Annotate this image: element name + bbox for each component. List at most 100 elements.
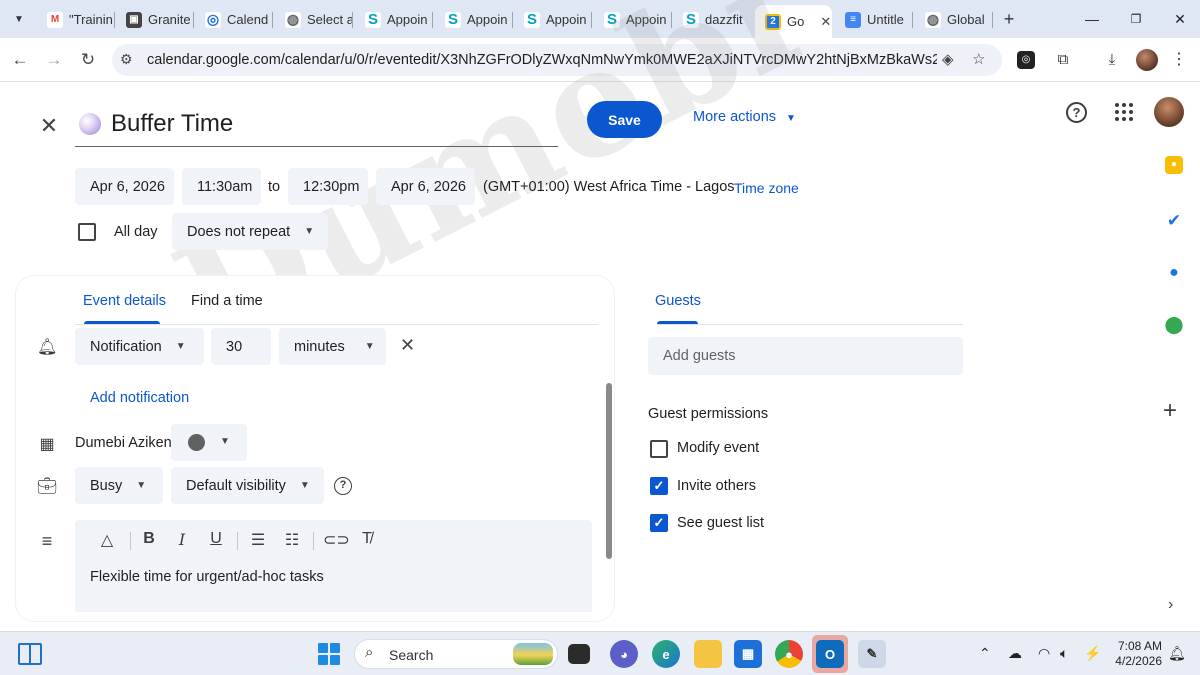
underline-icon[interactable]: U <box>205 530 227 548</box>
end-date-field[interactable]: Apr 6, 2026 <box>376 168 475 205</box>
numbered-list-icon[interactable]: ☰ <box>247 530 269 550</box>
search-icon: ⌕ <box>365 644 374 661</box>
browser-tab[interactable]: ▣ Granite <box>116 5 194 34</box>
see-guest-list-checkbox[interactable]: ✓ <box>650 514 668 532</box>
caret-down-icon: ▼ <box>136 480 147 491</box>
system-clock[interactable]: 7:08 AM 4/2/2026 <box>1112 639 1162 669</box>
wifi-icon[interactable]: ◠ <box>1038 645 1050 662</box>
back-icon[interactable]: ← <box>8 48 32 72</box>
notification-bell-icon[interactable]: 🔔︎ <box>1168 645 1186 662</box>
visibility-help-icon[interactable]: ? <box>334 477 352 495</box>
tasks-icon[interactable]: ✔ <box>1163 210 1185 232</box>
notification-type-dropdown[interactable]: Notification ▼ <box>75 328 204 365</box>
reload-icon[interactable]: ↻ <box>76 48 100 72</box>
browser-tab[interactable]: S Appoin <box>435 5 513 34</box>
account-avatar[interactable] <box>1154 97 1184 127</box>
link-icon[interactable]: ⊂⊃ <box>323 530 350 550</box>
extension-icon[interactable]: ◎ <box>1017 51 1035 69</box>
add-notification-link[interactable]: Add notification <box>90 390 189 406</box>
browser-tab[interactable]: S Appoin <box>514 5 592 34</box>
browser-tab[interactable]: ◍ Global <box>915 5 993 34</box>
get-addons-icon[interactable]: + <box>1163 397 1177 425</box>
task-view-icon[interactable] <box>568 644 590 664</box>
circle-icon: ◎ <box>205 11 221 28</box>
address-bar[interactable]: ⚙ calendar.google.com/calendar/u/0/r/eve… <box>112 44 1002 76</box>
modify-event-checkbox[interactable] <box>650 440 668 458</box>
repeat-dropdown[interactable]: Does not repeat ▼ <box>172 213 328 250</box>
tab-guests[interactable]: Guests <box>655 293 701 309</box>
browser-toolbar: ← → ↻ ⚙ calendar.google.com/calendar/u/0… <box>0 38 1200 82</box>
start-button-icon[interactable] <box>318 643 340 665</box>
widgets-icon[interactable] <box>18 643 42 665</box>
chevron-right-icon[interactable]: › <box>1168 596 1173 614</box>
invite-others-checkbox[interactable]: ✓ <box>650 477 668 495</box>
install-app-icon[interactable]: ◈ <box>942 50 954 68</box>
visibility-dropdown[interactable]: Default visibility ▼ <box>171 467 324 504</box>
contacts-icon[interactable]: ● <box>1163 262 1185 284</box>
notepad-icon[interactable]: ✎ <box>858 640 886 668</box>
browser-tab[interactable]: S Appoin <box>594 5 672 34</box>
forward-icon[interactable]: → <box>42 48 66 72</box>
start-date-field[interactable]: Apr 6, 2026 <box>75 168 174 205</box>
browser-tab[interactable]: S Appoin <box>355 5 433 34</box>
extensions-puzzle-icon[interactable]: ⧉ <box>1052 49 1074 71</box>
tab-divider <box>75 324 598 325</box>
remove-notification-icon[interactable]: ✕ <box>400 335 415 356</box>
add-guests-input[interactable]: Add guests <box>648 337 963 375</box>
restore-icon[interactable]: ❐ <box>1122 8 1150 30</box>
description-text[interactable]: Flexible time for urgent/ad-hoc tasks <box>90 569 324 585</box>
bookmark-star-icon[interactable]: ☆ <box>972 50 985 68</box>
download-icon[interactable]: ⤓ <box>1101 49 1123 71</box>
browser-tab[interactable]: M "Trainin <box>37 5 115 34</box>
onedrive-icon[interactable]: ☁ <box>1008 645 1022 662</box>
volume-icon[interactable]: 🔈︎ <box>1060 645 1068 662</box>
browser-tab[interactable]: S dazzfit <box>673 5 753 34</box>
event-title-input[interactable]: Buffer Time <box>111 110 233 138</box>
browser-tab[interactable]: ◎ Calend <box>195 5 273 34</box>
outlook-icon[interactable]: O <box>816 640 844 668</box>
tab-find-a-time[interactable]: Find a time <box>191 293 263 309</box>
taskbar-search[interactable]: ⌕ Search <box>354 639 558 669</box>
browser-menu-icon[interactable]: ⋮ <box>1168 49 1190 71</box>
new-tab-icon[interactable]: + <box>998 8 1020 30</box>
save-button[interactable]: Save <box>587 101 662 138</box>
more-actions-button[interactable]: More actions ▼ <box>693 109 796 125</box>
card-scrollbar[interactable] <box>606 383 612 559</box>
battery-plug-icon[interactable]: ⚡ <box>1084 645 1101 662</box>
italic-icon[interactable]: I <box>171 530 193 549</box>
chrome-icon[interactable]: ● <box>775 640 803 668</box>
clear-format-icon[interactable]: T̸ <box>356 530 378 548</box>
file-explorer-icon[interactable] <box>694 640 722 668</box>
start-time-field[interactable]: 11:30am <box>182 168 261 205</box>
edge-icon[interactable]: e <box>652 640 680 668</box>
close-editor-icon[interactable]: ✕ <box>38 113 60 139</box>
apps-grid-icon[interactable] <box>1115 103 1133 121</box>
browser-profile-avatar[interactable] <box>1136 49 1158 71</box>
drive-icon[interactable]: △ <box>96 530 118 550</box>
notification-amount-input[interactable]: 30 <box>211 328 271 365</box>
minimize-icon[interactable]: — <box>1078 8 1106 30</box>
site-info-icon[interactable]: ⚙ <box>120 51 133 68</box>
bold-icon[interactable]: B <box>138 530 160 548</box>
notification-unit-dropdown[interactable]: minutes ▼ <box>279 328 386 365</box>
event-color-dropdown[interactable]: ▼ <box>171 424 247 461</box>
tab-event-details[interactable]: Event details <box>83 293 166 309</box>
availability-dropdown[interactable]: Busy ▼ <box>75 467 163 504</box>
maps-icon[interactable]: ⬤ <box>1163 314 1185 336</box>
show-hidden-icons-icon[interactable]: ⌃ <box>979 645 991 662</box>
browser-tab-active[interactable]: 2 Go ✕ <box>755 5 832 38</box>
window-close-icon[interactable]: ✕ <box>1166 8 1194 30</box>
store-icon[interactable]: ▦ <box>734 640 762 668</box>
browser-tab[interactable]: ≡ Untitle <box>835 5 913 34</box>
end-time-field[interactable]: 12:30pm <box>288 168 368 205</box>
tab-search-chevron-icon[interactable]: ▼ <box>8 8 30 30</box>
teams-chat-icon[interactable]: ◕ <box>610 640 638 668</box>
timezone-link[interactable]: Time zone <box>734 180 799 196</box>
close-tab-icon[interactable]: ✕ <box>820 14 831 30</box>
keep-icon[interactable]: ● <box>1165 156 1183 174</box>
all-day-checkbox[interactable] <box>78 223 96 241</box>
browser-tab[interactable]: ◍ Select a <box>275 5 353 34</box>
bulleted-list-icon[interactable]: ☷ <box>281 530 303 550</box>
help-icon[interactable]: ? <box>1066 102 1087 123</box>
description-editor[interactable]: △ B I U ☰ ☷ ⊂⊃ T̸ Flexible time for urge… <box>75 520 592 612</box>
